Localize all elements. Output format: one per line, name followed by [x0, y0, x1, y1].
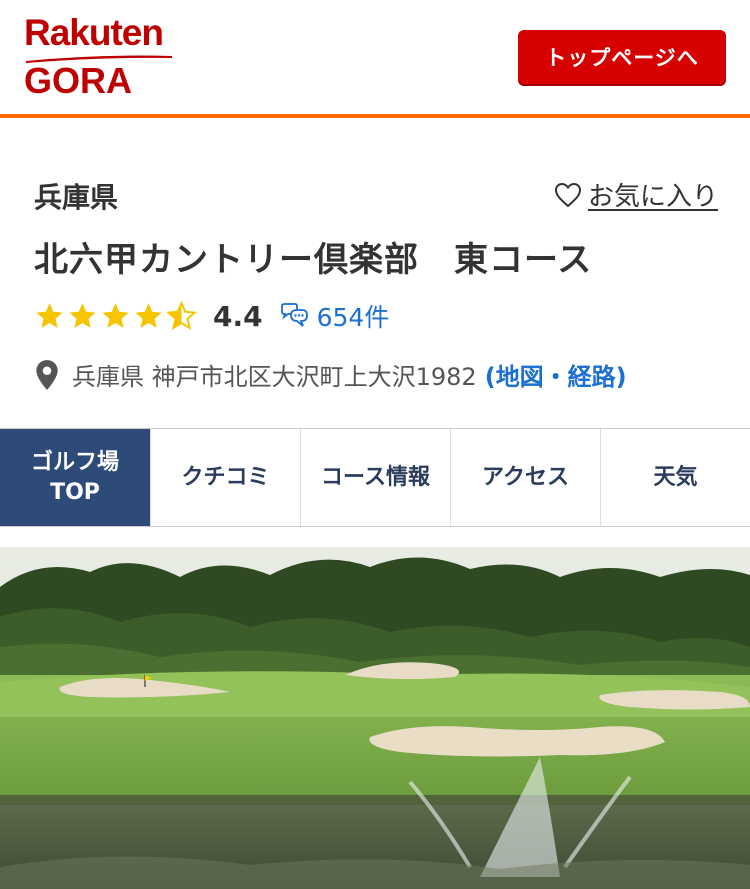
- site-header: Rakuten GORA トップページへ: [0, 0, 750, 118]
- tab-access[interactable]: アクセス: [450, 429, 600, 526]
- rating-score: 4.4: [213, 299, 263, 333]
- star-half-icon: [166, 301, 197, 330]
- review-count-link[interactable]: 654件: [279, 298, 390, 334]
- golf-course-photo: [0, 547, 750, 889]
- map-route-link[interactable]: (地図・経路): [485, 357, 627, 392]
- tab-weather[interactable]: 天気: [600, 429, 750, 526]
- top-page-button[interactable]: トップページへ: [518, 30, 726, 84]
- tab-course-info[interactable]: コース情報: [300, 429, 450, 526]
- tab-label: クチコミ: [181, 464, 270, 490]
- map-pin-icon: [36, 359, 58, 390]
- tab-golf-top[interactable]: ゴルフ場 TOP: [0, 429, 150, 526]
- star-full-icon: [69, 303, 96, 328]
- favorite-button[interactable]: お気に入り: [554, 176, 718, 213]
- rakuten-gora-logo[interactable]: Rakuten GORA: [24, 10, 184, 101]
- tab-label: アクセス: [482, 464, 569, 490]
- course-title: 北六甲カントリー倶楽部 東コース: [34, 240, 593, 280]
- address-text: 兵庫県 神戸市北区大沢町上大沢1982: [72, 363, 477, 391]
- address-row: 兵庫県 神戸市北区大沢町上大沢1982 (地図・経路): [34, 357, 627, 392]
- course-tab-bar: ゴルフ場 TOP クチコミ コース情報 アクセス 天気: [0, 428, 750, 527]
- speech-bubbles-icon: [280, 303, 308, 327]
- tab-label: コース情報: [321, 464, 430, 490]
- logo-service: GORA: [24, 60, 132, 101]
- star-full-icon: [36, 303, 63, 328]
- star-rating: [34, 301, 199, 331]
- logo-brand: Rakuten: [24, 12, 164, 53]
- golf-course-image: [0, 547, 750, 889]
- review-count: 654件: [316, 303, 390, 332]
- tab-label: ゴルフ場 TOP: [30, 449, 119, 505]
- favorite-label: お気に入り: [587, 182, 718, 212]
- tab-reviews[interactable]: クチコミ: [150, 429, 300, 526]
- rating-row: 4.4 654件: [34, 296, 389, 336]
- tab-label: 天気: [653, 464, 698, 490]
- star-full-icon: [135, 303, 162, 328]
- prefecture-label: 兵庫県: [34, 181, 119, 214]
- star-full-icon: [102, 303, 129, 328]
- heart-outline-icon: [554, 182, 581, 207]
